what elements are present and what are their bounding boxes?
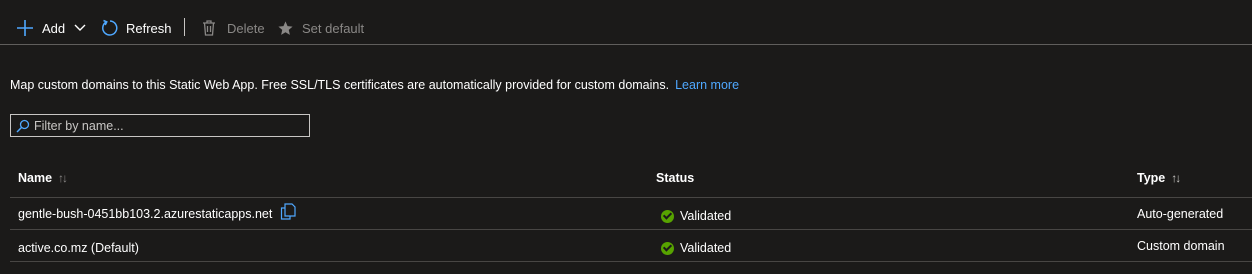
domain-name: gentle-bush-0451bb103.2.azurestaticapps.… — [18, 207, 273, 221]
add-label: Add — [42, 20, 66, 36]
add-button[interactable]: Add — [16, 14, 86, 42]
trash-icon — [203, 20, 215, 36]
refresh-button[interactable]: Refresh — [101, 14, 172, 42]
toolbar-divider — [184, 18, 185, 36]
command-bar: Add Refresh Delete Set default — [0, 0, 1252, 45]
column-header-type[interactable]: Type ↑↓ — [1137, 171, 1181, 185]
domain-name-cell: gentle-bush-0451bb103.2.azurestaticapps.… — [18, 202, 296, 221]
delete-label: Delete — [227, 20, 265, 36]
status-text: Validated — [680, 241, 732, 255]
column-header-type-label: Type — [1137, 171, 1166, 185]
domain-name-cell: active.co.mz (Default) — [18, 241, 139, 255]
chevron-down-icon — [74, 24, 86, 31]
table-row[interactable]: gentle-bush-0451bb103.2.azurestaticapps.… — [0, 198, 1252, 230]
column-header-status: Status — [656, 171, 694, 185]
domain-name: active.co.mz (Default) — [18, 241, 139, 255]
check-circle-icon — [661, 241, 674, 255]
status-cell: Validated — [661, 209, 731, 223]
type-cell: Custom domain — [1137, 239, 1225, 253]
type-text: Auto-generated — [1137, 207, 1224, 221]
learn-more-link[interactable]: Learn more — [675, 78, 739, 92]
type-cell: Auto-generated — [1137, 207, 1223, 221]
sort-icon[interactable]: ↑↓ — [58, 171, 68, 185]
description: Map custom domains to this Static Web Ap… — [10, 78, 739, 92]
set-default-button[interactable]: Set default — [277, 14, 364, 42]
description-text: Map custom domains to this Static Web Ap… — [10, 78, 670, 92]
search-icon — [16, 119, 30, 133]
column-header-name[interactable]: Name ↑↓ — [18, 171, 68, 185]
table-row[interactable]: active.co.mz (Default) Validated Custom … — [0, 230, 1252, 262]
type-text: Custom domain — [1137, 239, 1225, 253]
row-divider — [10, 261, 1252, 262]
plus-icon — [17, 20, 33, 36]
column-header-status-label: Status — [656, 171, 695, 185]
filter-box — [10, 114, 310, 137]
status-cell: Validated — [661, 241, 731, 255]
status-text: Validated — [680, 209, 732, 223]
check-circle-icon — [661, 209, 674, 223]
delete-button[interactable]: Delete — [201, 14, 265, 42]
filter-input[interactable] — [30, 115, 304, 136]
sort-icon[interactable]: ↑↓ — [1171, 171, 1181, 185]
custom-domains-page: Add Refresh Delete Set default Map custo… — [0, 0, 1252, 274]
column-header-name-label: Name — [18, 171, 53, 185]
refresh-label: Refresh — [126, 20, 172, 36]
star-icon — [278, 20, 293, 35]
copy-icon[interactable] — [280, 202, 296, 220]
refresh-icon — [102, 19, 118, 36]
set-default-label: Set default — [302, 20, 365, 36]
